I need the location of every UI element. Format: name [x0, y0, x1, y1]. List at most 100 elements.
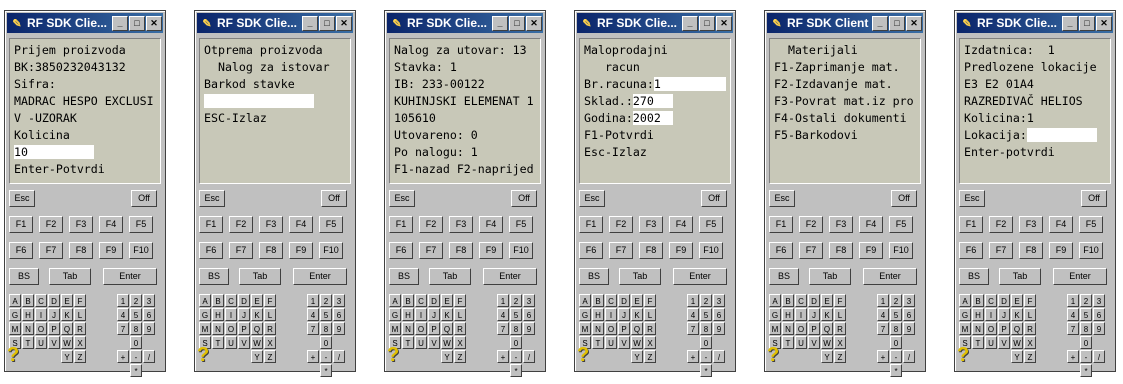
digit-key[interactable]: 1: [1067, 294, 1079, 307]
f7-key[interactable]: F7: [39, 242, 63, 259]
letter-key[interactable]: U: [35, 336, 47, 349]
esc-key[interactable]: Esc: [199, 190, 225, 207]
digit-key[interactable]: 4: [1067, 308, 1079, 321]
letter-key[interactable]: K: [1011, 308, 1023, 321]
digit-key[interactable]: 3: [143, 294, 155, 307]
letter-key[interactable]: C: [415, 294, 427, 307]
digit-key[interactable]: 7: [687, 322, 699, 335]
letter-key[interactable]: H: [402, 308, 414, 321]
letter-key[interactable]: E: [61, 294, 73, 307]
close-button[interactable]: ✕: [146, 15, 162, 31]
letter-key[interactable]: Y: [441, 350, 453, 363]
tab-key[interactable]: Tab: [49, 268, 91, 285]
digit-key[interactable]: -: [320, 350, 332, 363]
f10-key[interactable]: F10: [1079, 242, 1103, 259]
backspace-key[interactable]: BS: [959, 268, 989, 285]
f4-key[interactable]: F4: [479, 216, 503, 233]
f9-key[interactable]: F9: [99, 242, 123, 259]
letter-key[interactable]: T: [402, 336, 414, 349]
letter-key[interactable]: I: [985, 308, 997, 321]
letter-key[interactable]: A: [9, 294, 21, 307]
digit-key[interactable]: 7: [1067, 322, 1079, 335]
digit-key[interactable]: -: [700, 350, 712, 363]
digit-key[interactable]: 3: [333, 294, 345, 307]
letter-key[interactable]: N: [212, 322, 224, 335]
help-icon[interactable]: ?: [387, 344, 399, 367]
letter-key[interactable]: K: [441, 308, 453, 321]
f6-key[interactable]: F6: [769, 242, 793, 259]
letter-key[interactable]: F: [74, 294, 86, 307]
letter-key[interactable]: V: [428, 336, 440, 349]
f1-key[interactable]: F1: [769, 216, 793, 233]
letter-key[interactable]: M: [9, 322, 21, 335]
f6-key[interactable]: F6: [579, 242, 603, 259]
digit-key[interactable]: /: [143, 350, 155, 363]
esc-key[interactable]: Esc: [769, 190, 795, 207]
letter-key[interactable]: T: [782, 336, 794, 349]
input-field[interactable]: [204, 94, 314, 108]
digit-key[interactable]: 4: [687, 308, 699, 321]
f7-key[interactable]: F7: [989, 242, 1013, 259]
letter-key[interactable]: R: [454, 322, 466, 335]
letter-key[interactable]: Y: [1011, 350, 1023, 363]
close-button[interactable]: ✕: [906, 15, 922, 31]
letter-key[interactable]: O: [35, 322, 47, 335]
letter-key[interactable]: Z: [74, 350, 86, 363]
f10-key[interactable]: F10: [509, 242, 533, 259]
letter-key[interactable]: A: [769, 294, 781, 307]
off-key[interactable]: Off: [321, 190, 347, 207]
letter-key[interactable]: L: [264, 308, 276, 321]
letter-key[interactable]: L: [644, 308, 656, 321]
letter-key[interactable]: O: [985, 322, 997, 335]
digit-key[interactable]: 0: [510, 336, 522, 349]
letter-key[interactable]: W: [441, 336, 453, 349]
letter-key[interactable]: X: [74, 336, 86, 349]
f1-key[interactable]: F1: [9, 216, 33, 233]
letter-key[interactable]: E: [251, 294, 263, 307]
minimize-button[interactable]: _: [492, 15, 508, 31]
help-icon[interactable]: ?: [7, 344, 19, 367]
letter-key[interactable]: J: [238, 308, 250, 321]
letter-key[interactable]: G: [9, 308, 21, 321]
letter-key[interactable]: P: [618, 322, 630, 335]
letter-key[interactable]: E: [1011, 294, 1023, 307]
f4-key[interactable]: F4: [289, 216, 313, 233]
letter-key[interactable]: X: [1024, 336, 1036, 349]
letter-key[interactable]: Y: [821, 350, 833, 363]
digit-key[interactable]: 5: [510, 308, 522, 321]
digit-key[interactable]: 2: [890, 294, 902, 307]
digit-key[interactable]: 9: [713, 322, 725, 335]
letter-key[interactable]: Y: [61, 350, 73, 363]
digit-key[interactable]: 5: [130, 308, 142, 321]
close-button[interactable]: ✕: [526, 15, 542, 31]
digit-key[interactable]: 3: [1093, 294, 1105, 307]
f1-key[interactable]: F1: [579, 216, 603, 233]
f2-key[interactable]: F2: [419, 216, 443, 233]
digit-key[interactable]: *: [510, 364, 522, 377]
letter-key[interactable]: B: [212, 294, 224, 307]
digit-key[interactable]: 4: [877, 308, 889, 321]
letter-key[interactable]: K: [61, 308, 73, 321]
digit-key[interactable]: 0: [130, 336, 142, 349]
digit-key[interactable]: 0: [890, 336, 902, 349]
f2-key[interactable]: F2: [989, 216, 1013, 233]
letter-key[interactable]: M: [199, 322, 211, 335]
f9-key[interactable]: F9: [289, 242, 313, 259]
letter-key[interactable]: G: [389, 308, 401, 321]
f4-key[interactable]: F4: [1049, 216, 1073, 233]
digit-key[interactable]: 9: [523, 322, 535, 335]
digit-key[interactable]: /: [903, 350, 915, 363]
letter-key[interactable]: A: [389, 294, 401, 307]
maximize-button[interactable]: □: [1079, 15, 1095, 31]
digit-key[interactable]: 4: [497, 308, 509, 321]
letter-key[interactable]: J: [998, 308, 1010, 321]
letter-key[interactable]: E: [441, 294, 453, 307]
letter-key[interactable]: D: [48, 294, 60, 307]
digit-key[interactable]: *: [700, 364, 712, 377]
letter-key[interactable]: A: [959, 294, 971, 307]
letter-key[interactable]: K: [821, 308, 833, 321]
letter-key[interactable]: D: [998, 294, 1010, 307]
letter-key[interactable]: M: [769, 322, 781, 335]
digit-key[interactable]: 9: [1093, 322, 1105, 335]
f3-key[interactable]: F3: [69, 216, 93, 233]
